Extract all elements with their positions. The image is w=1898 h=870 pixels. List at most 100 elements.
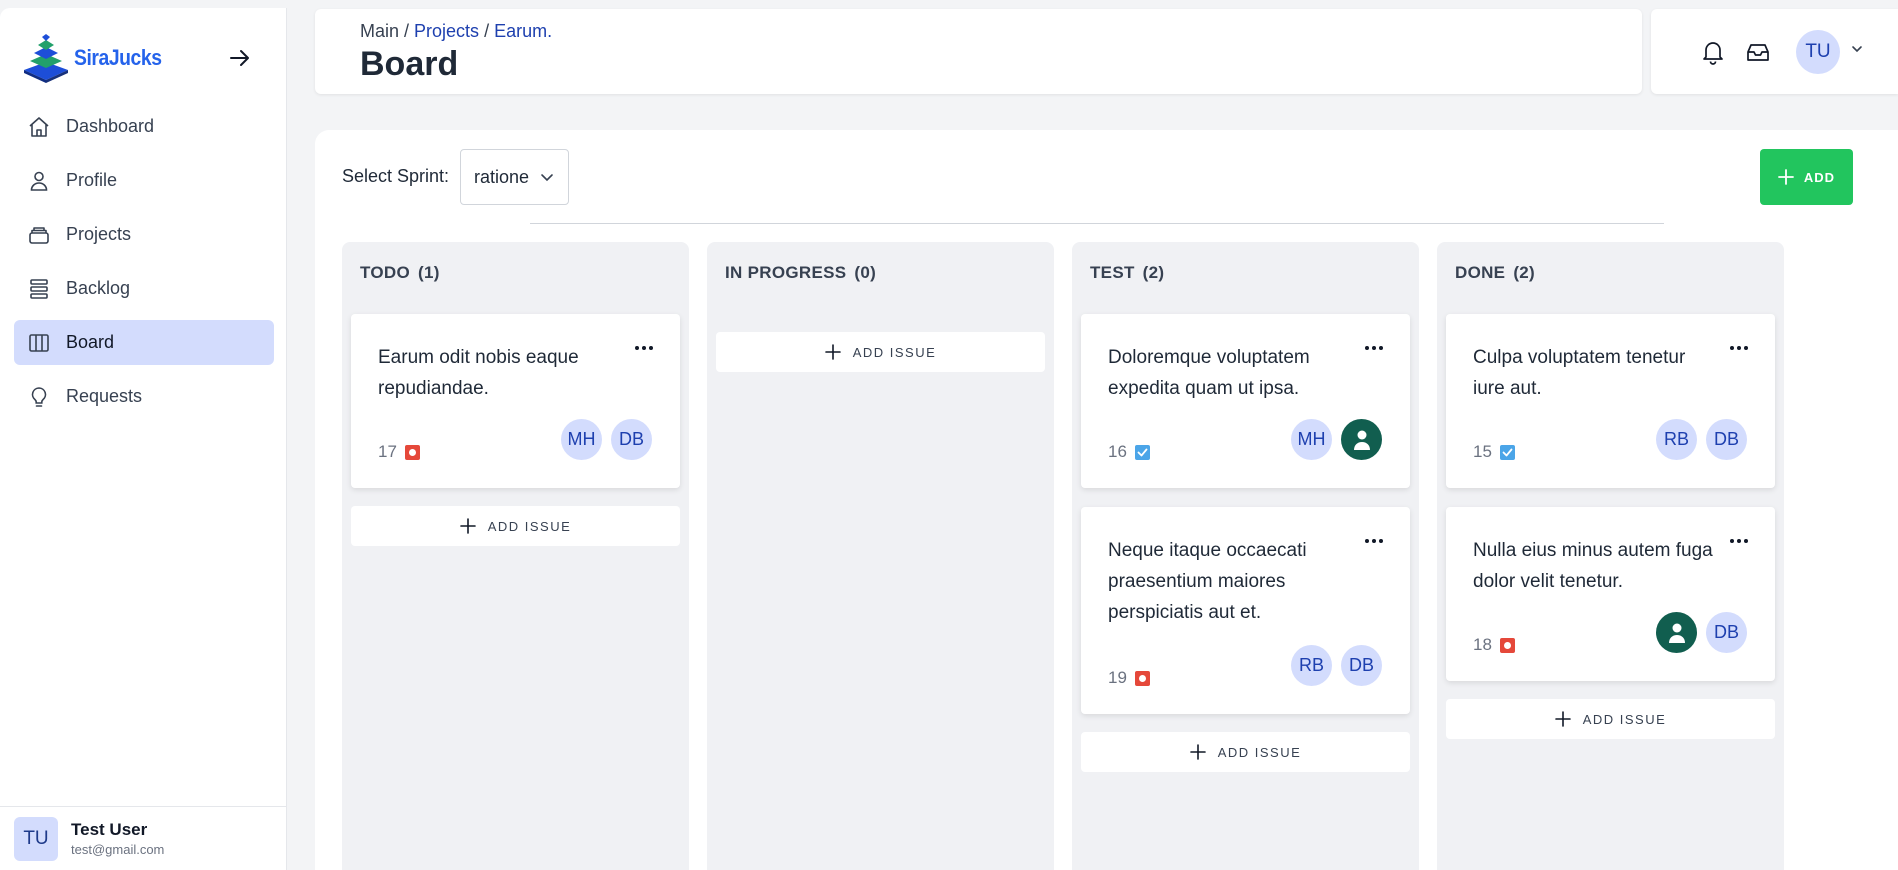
more-horizontal-icon [1730, 346, 1748, 350]
assignee-avatar-placeholder[interactable] [1341, 419, 1382, 460]
sidebar-item-board[interactable]: Board [14, 320, 274, 365]
plus-icon [1554, 711, 1571, 727]
breadcrumb-projects-link[interactable]: Projects [414, 21, 479, 41]
issue-title: Culpa voluptatem tenetur iure aut. [1473, 347, 1686, 399]
column-count: (0) [854, 263, 877, 282]
more-options-button[interactable] [1725, 338, 1753, 358]
task-checkbox-icon [1134, 444, 1150, 460]
issue-title: Nulla eius minus autem fuga dolor velit … [1473, 540, 1713, 592]
column-title: TODO [360, 263, 411, 282]
user-email: test@gmail.com [71, 842, 165, 857]
assignee-avatar[interactable]: MH [561, 419, 602, 460]
issue-meta: 19 [1108, 668, 1150, 688]
issue-title: Neque itaque occaecati praesentium maior… [1108, 540, 1307, 623]
sidebar-item-dashboard[interactable]: Dashboard [14, 104, 274, 149]
stack-icon [26, 276, 52, 302]
assignees: RB DB [1656, 419, 1747, 460]
assignee-avatar[interactable]: DB [1341, 645, 1382, 686]
sidebar: SiraJucks Dashboard Profile Projects Bac… [0, 8, 287, 870]
notifications-button[interactable] [1698, 37, 1728, 67]
add-issue-button[interactable]: ADD ISSUE [351, 506, 680, 546]
assignees: DB [1656, 612, 1747, 653]
column-title: TEST [1090, 263, 1135, 282]
assignee-avatar[interactable]: DB [1706, 612, 1747, 653]
add-issue-button[interactable]: ADD ISSUE [1446, 699, 1775, 739]
assignee-avatar[interactable]: MH [1291, 419, 1332, 460]
more-options-button[interactable] [1360, 338, 1388, 358]
issue-meta: 15 [1473, 442, 1515, 462]
issue-title: Doloremque voluptatem expedita quam ut i… [1108, 347, 1310, 399]
sidebar-item-label: Dashboard [66, 116, 155, 136]
assignee-avatar[interactable]: DB [1706, 419, 1747, 460]
breadcrumb-current-link[interactable]: Earum. [494, 21, 552, 41]
add-button-label: ADD [1803, 169, 1836, 185]
issue-card[interactable]: Earum odit nobis eaque repudiandae. 17 M… [351, 314, 680, 488]
bell-icon [1703, 42, 1723, 65]
add-issue-label: ADD ISSUE [1217, 744, 1302, 760]
person-icon [1353, 430, 1370, 450]
issue-card[interactable]: Neque itaque occaecati praesentium maior… [1081, 507, 1410, 714]
assignee-avatar[interactable]: RB [1656, 419, 1697, 460]
task-checkbox-icon [1499, 444, 1515, 460]
user-icon [26, 168, 52, 194]
issue-meta: 17 [378, 442, 420, 462]
header-actions: TU [1651, 9, 1898, 94]
assignee-avatar-placeholder[interactable] [1656, 612, 1697, 653]
sidebar-item-label: Profile [66, 170, 118, 190]
user-avatar-button[interactable]: TU [1796, 30, 1840, 74]
issue-card[interactable]: Doloremque voluptatem expedita quam ut i… [1081, 314, 1410, 488]
sprint-select[interactable]: ratione [460, 149, 569, 205]
sidebar-item-label: Backlog [66, 278, 131, 298]
sidebar-item-label: Projects [66, 224, 132, 244]
sidebar-item-requests[interactable]: Requests [14, 374, 274, 419]
assignee-avatar[interactable]: RB [1291, 645, 1332, 686]
chevron-down-icon[interactable] [1851, 43, 1863, 55]
column-header: TODO (1) [360, 263, 440, 283]
sidebar-item-projects[interactable]: Projects [14, 212, 274, 257]
page-header: Main / Projects / Earum. Board [315, 9, 1642, 94]
more-options-button[interactable] [1725, 531, 1753, 551]
more-horizontal-icon [1365, 539, 1383, 543]
sidebar-item-backlog[interactable]: Backlog [14, 266, 274, 311]
app-logo[interactable]: SiraJucks [22, 32, 173, 84]
breadcrumb-separator: / [479, 21, 495, 41]
more-horizontal-icon [1730, 539, 1748, 543]
add-issue-button[interactable]: ADD ISSUE [716, 332, 1045, 372]
more-horizontal-icon [1365, 346, 1383, 350]
more-options-button[interactable] [1360, 531, 1388, 551]
page-title: Board [360, 45, 459, 83]
column-header: DONE (2) [1455, 263, 1535, 283]
sidebar-item-profile[interactable]: Profile [14, 158, 274, 203]
issue-number: 17 [378, 442, 397, 461]
inbox-button[interactable] [1743, 37, 1773, 67]
issue-card[interactable]: Culpa voluptatem tenetur iure aut. 15 RB… [1446, 314, 1775, 488]
app-name: SiraJucks [74, 45, 162, 70]
board-panel: Select Sprint: ratione ADD TODO (1) Earum… [315, 130, 1898, 870]
column-title: DONE [1455, 263, 1506, 282]
column-count: (2) [1513, 263, 1536, 282]
plus-icon [824, 344, 841, 360]
current-user-panel[interactable]: TU Test User test@gmail.com [0, 806, 287, 870]
more-horizontal-icon [635, 346, 653, 350]
chevron-down-icon [541, 174, 553, 182]
priority-high-icon [404, 444, 420, 460]
assignee-avatar[interactable]: DB [611, 419, 652, 460]
issue-number: 19 [1108, 668, 1127, 687]
priority-high-icon [1499, 637, 1515, 653]
assignees: MH DB [561, 419, 652, 460]
issue-meta: 16 [1108, 442, 1150, 462]
columns-icon [26, 330, 52, 356]
board-column-todo: TODO (1) Earum odit nobis eaque repudiand… [342, 242, 689, 870]
add-issue-label: ADD ISSUE [1582, 711, 1667, 727]
user-name: Test User [71, 820, 148, 839]
more-options-button[interactable] [630, 338, 658, 358]
column-count: (2) [1142, 263, 1165, 282]
collapse-sidebar-button[interactable] [226, 44, 254, 72]
issue-card[interactable]: Nulla eius minus autem fuga dolor velit … [1446, 507, 1775, 681]
add-button[interactable]: ADD [1760, 149, 1853, 205]
column-count: (1) [418, 263, 440, 282]
sidebar-item-label: Board [66, 332, 115, 352]
arrow-right-icon [230, 50, 249, 66]
add-issue-button[interactable]: ADD ISSUE [1081, 732, 1410, 772]
plus-icon [1778, 169, 1794, 185]
